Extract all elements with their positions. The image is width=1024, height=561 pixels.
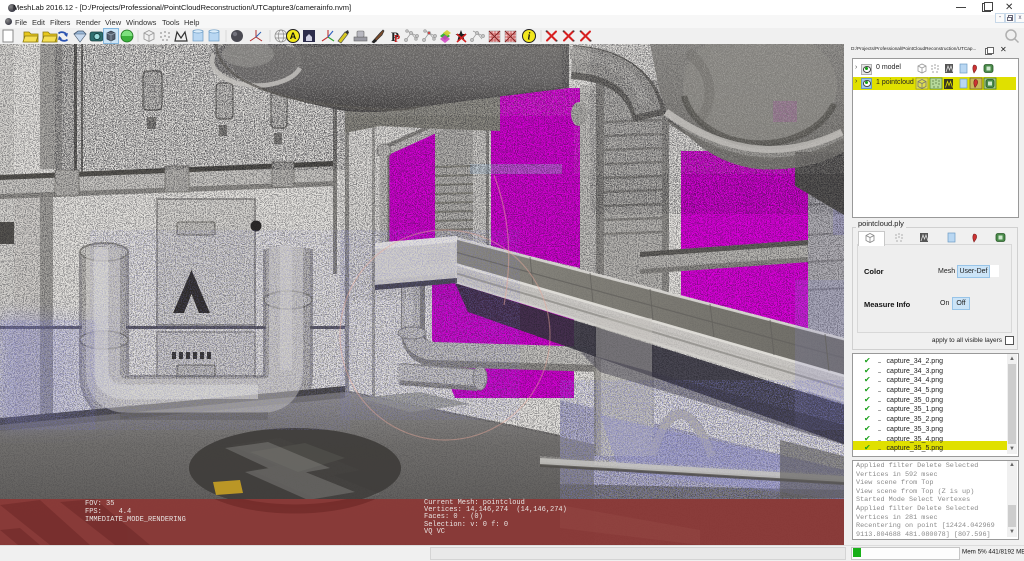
svg-text:P: P (394, 34, 400, 44)
svg-text:A: A (290, 31, 297, 41)
svg-text:i: i (528, 32, 531, 43)
